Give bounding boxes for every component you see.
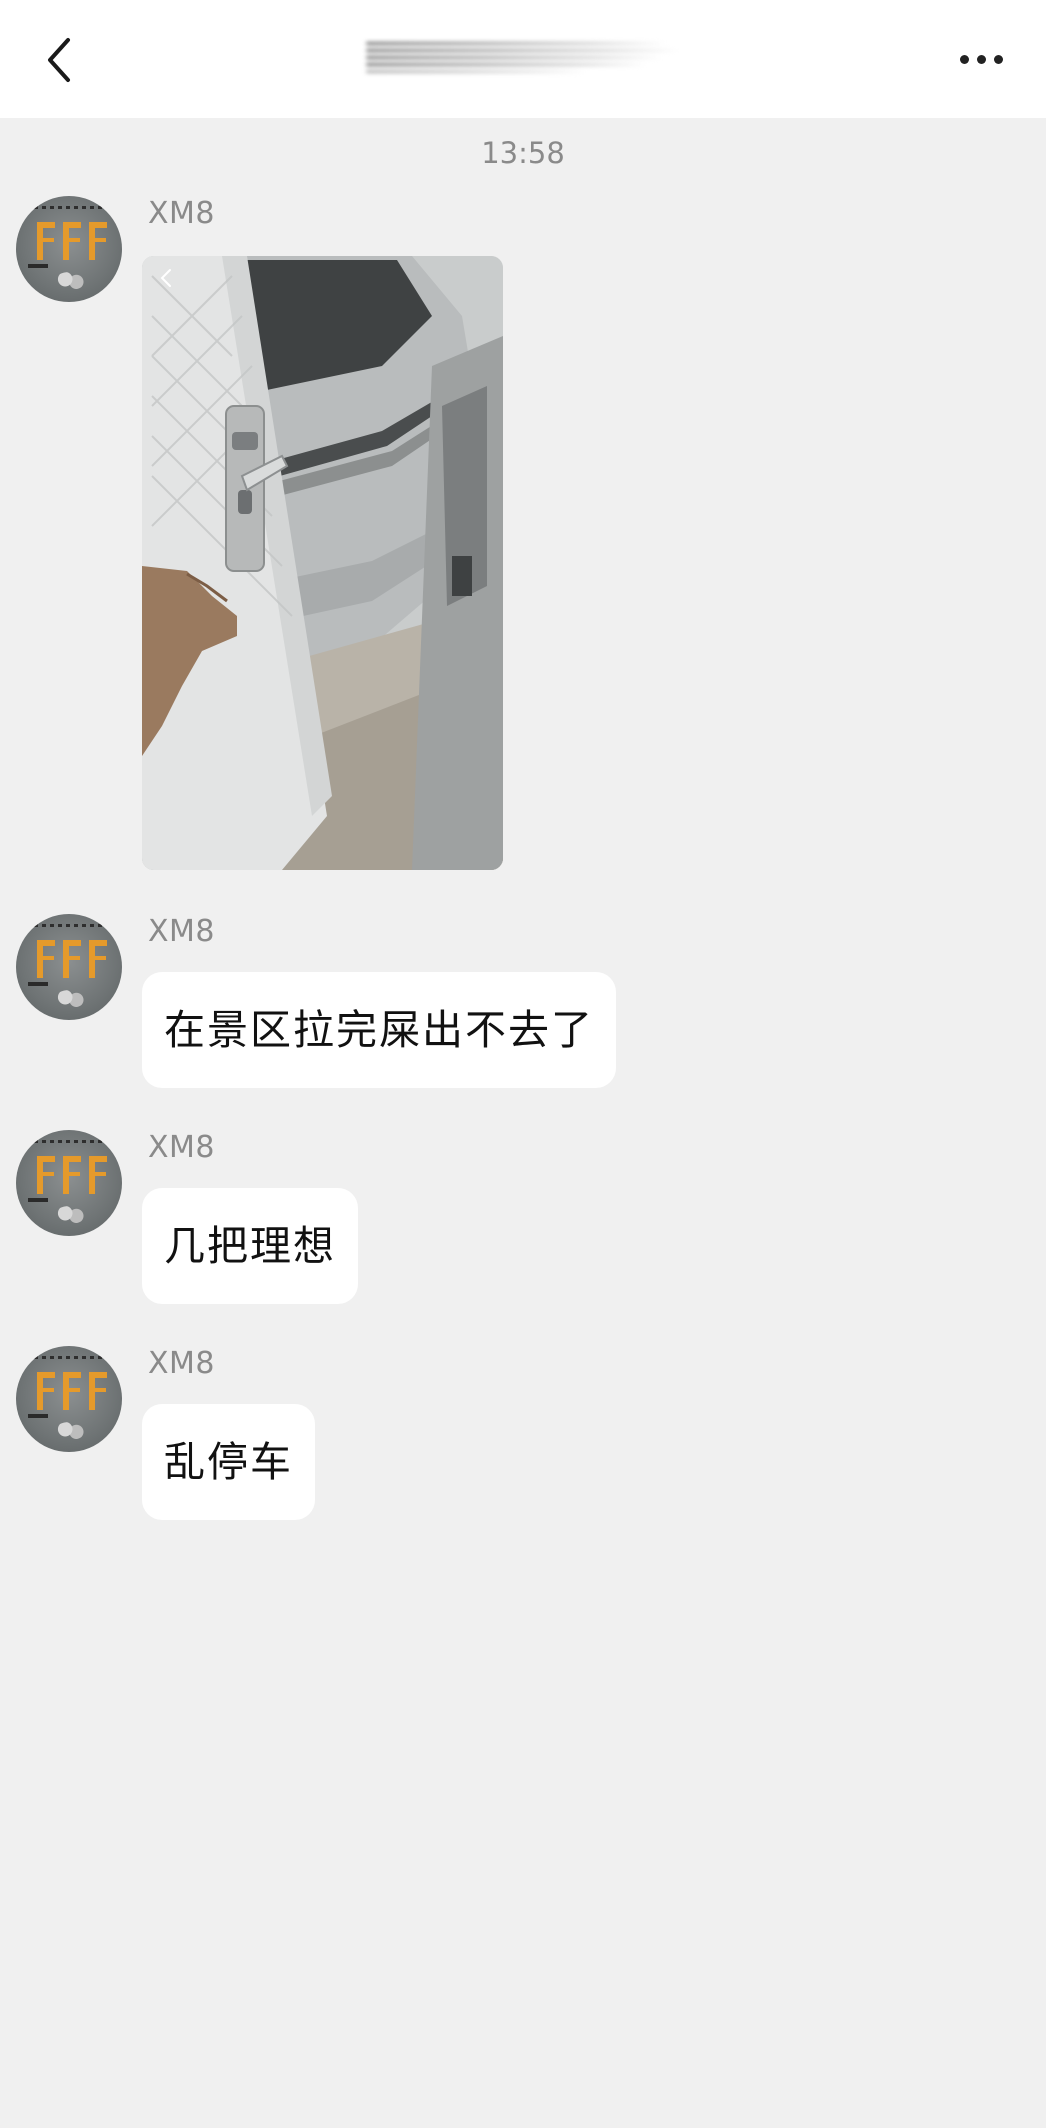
sender-avatar[interactable] (16, 196, 122, 302)
sender-name: XM8 (148, 196, 216, 231)
message-bubble[interactable]: 在景区拉完屎出不去了 (142, 972, 616, 1088)
message-bubble[interactable]: 乱停车 (142, 1404, 315, 1520)
chevron-left-icon (48, 38, 70, 82)
sender-avatar[interactable] (16, 914, 122, 1020)
chat-screen: 13:58 XM8 XM8 在景区拉完屎出不去了 XM8 几把理想 XM8 乱停… (0, 0, 1046, 2128)
sender-name: XM8 (148, 1346, 216, 1381)
shared-photo[interactable] (142, 256, 503, 870)
back-button[interactable] (36, 26, 92, 92)
sender-avatar[interactable] (16, 1346, 122, 1452)
more-options-button[interactable] (956, 30, 1012, 86)
top-navigation-bar (0, 0, 1046, 118)
sender-name: XM8 (148, 1130, 216, 1165)
blurred-chat-title (366, 40, 680, 80)
message-bubble[interactable]: 几把理想 (142, 1188, 358, 1304)
message-timestamp: 13:58 (481, 136, 565, 170)
sender-name: XM8 (148, 914, 216, 949)
sender-avatar[interactable] (16, 1130, 122, 1236)
